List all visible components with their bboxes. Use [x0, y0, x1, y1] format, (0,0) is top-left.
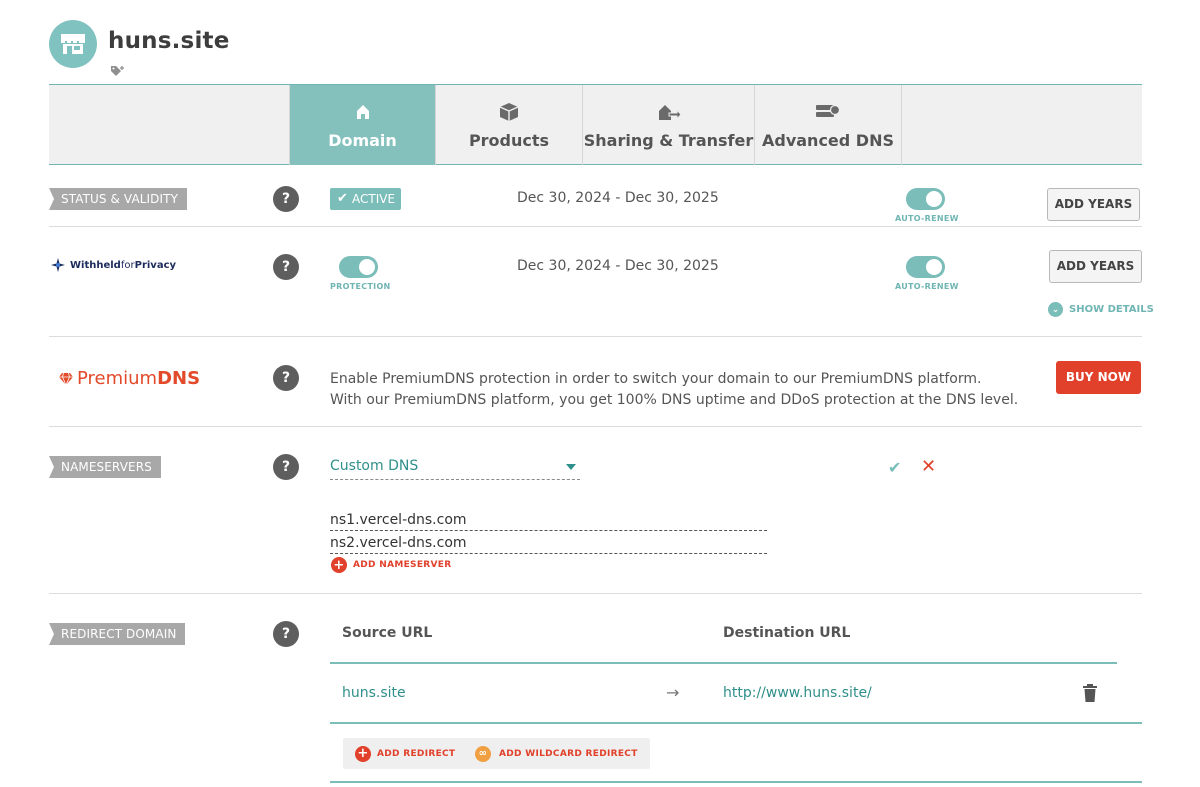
premium-logo-part: Premium — [77, 368, 158, 389]
add-years-button[interactable]: ADD YEARS — [1047, 188, 1140, 221]
server-icon — [815, 101, 841, 123]
toggle-knob — [926, 191, 942, 207]
buy-now-button[interactable]: BUY NOW — [1056, 361, 1141, 394]
select-value: Custom DNS — [330, 458, 419, 474]
nameserver-1-input[interactable] — [330, 509, 767, 531]
source-url-header: Source URL — [342, 625, 433, 641]
help-icon[interactable]: ? — [273, 621, 299, 647]
help-icon[interactable]: ? — [273, 186, 299, 212]
add-redirect-label: ADD REDIRECT — [377, 748, 456, 759]
dropdown-arrow-icon — [566, 464, 576, 470]
page-title: huns.site — [108, 28, 230, 54]
add-redirect-button[interactable]: + ADD REDIRECT — [343, 738, 468, 769]
tab-domain[interactable]: Domain — [289, 85, 436, 165]
premiumdns-description: Enable PremiumDNS protection in order to… — [330, 369, 1018, 411]
add-nameserver-label: ADD NAMESERVER — [353, 560, 452, 570]
table-row-rule — [330, 722, 1142, 724]
privacy-star-icon — [51, 258, 65, 272]
plus-icon: + — [331, 557, 347, 573]
status-badge: ✔ ACTIVE — [330, 188, 401, 210]
divider — [49, 226, 1142, 227]
protection-toggle[interactable] — [339, 256, 378, 278]
store-icon — [61, 34, 85, 54]
tab-products[interactable]: Products — [436, 85, 583, 165]
confirm-check-icon[interactable]: ✔ — [888, 458, 901, 477]
check-icon: ✔ — [337, 191, 348, 206]
site-logo — [49, 20, 97, 68]
infinity-icon: ∞ — [475, 745, 491, 762]
show-details-link[interactable]: ⌄ SHOW DETAILS — [1048, 302, 1154, 317]
table-header-rule — [330, 662, 1117, 664]
help-icon[interactable]: ? — [273, 365, 299, 391]
description-line: Enable PremiumDNS protection in order to… — [330, 371, 982, 387]
premiumdns-logo: Premium DNS — [58, 368, 200, 389]
status-badge-text: ACTIVE — [352, 192, 396, 206]
diamond-icon — [59, 372, 73, 385]
nameserver-type-select[interactable]: Custom DNS — [330, 458, 580, 480]
redirect-arrow-icon: → — [666, 683, 680, 702]
destination-url-header: Destination URL — [723, 625, 851, 641]
auto-renew-caption: AUTO-RENEW — [895, 214, 959, 223]
chevron-down-icon: ⌄ — [1048, 302, 1063, 317]
privacy-dates: Dec 30, 2024 - Dec 30, 2025 — [517, 258, 719, 274]
divider — [49, 336, 1142, 337]
auto-renew-caption: AUTO-RENEW — [895, 282, 959, 291]
withheld-for-privacy-logo: Withheld for Privacy — [50, 257, 176, 273]
tab-label: Sharing & Transfer — [583, 131, 754, 150]
privacy-logo-part: Privacy — [134, 259, 177, 271]
divider — [49, 593, 1142, 594]
toggle-knob — [359, 259, 375, 275]
nameserver-2-input[interactable] — [330, 532, 767, 554]
description-line: With our PremiumDNS platform, you get 10… — [330, 392, 1019, 408]
premium-logo-part: DNS — [157, 368, 201, 389]
add-wildcard-label: ADD WILDCARD REDIRECT — [499, 748, 638, 759]
protection-caption: PROTECTION — [330, 282, 391, 291]
add-wildcard-redirect-button[interactable]: ∞ ADD WILDCARD REDIRECT — [463, 738, 650, 769]
toggle-knob — [926, 259, 942, 275]
privacy-logo-part: for — [120, 259, 135, 271]
destination-url-cell[interactable]: http://www.huns.site/ — [723, 685, 872, 701]
tab-bar: Domain Products Sharing & Transfer Advan… — [49, 84, 1142, 165]
help-icon[interactable]: ? — [273, 454, 299, 480]
trash-icon[interactable] — [1082, 683, 1098, 707]
section-bottom-rule — [330, 781, 1142, 783]
redirect-domain-label: REDIRECT DOMAIN — [49, 623, 186, 645]
privacy-auto-renew-toggle[interactable] — [906, 256, 945, 278]
cancel-x-icon[interactable]: ✕ — [921, 456, 936, 477]
show-details-label: SHOW DETAILS — [1069, 304, 1154, 315]
nameservers-label: NAMESERVERS — [49, 456, 161, 478]
box-icon — [498, 101, 520, 123]
tab-label: Domain — [328, 131, 397, 150]
privacy-logo-part: Withheld — [70, 259, 121, 271]
status-validity-label: STATUS & VALIDITY — [49, 188, 188, 210]
tab-advanced-dns[interactable]: Advanced DNS — [755, 85, 902, 165]
tab-sharing-transfer[interactable]: Sharing & Transfer — [583, 85, 755, 165]
add-years-button[interactable]: ADD YEARS — [1049, 250, 1142, 283]
tab-label: Advanced DNS — [761, 131, 894, 150]
tab-label: Products — [468, 131, 550, 150]
home-icon — [354, 101, 372, 123]
divider — [49, 426, 1142, 427]
source-url-cell[interactable]: huns.site — [342, 685, 406, 701]
add-nameserver-link[interactable]: + ADD NAMESERVER — [331, 557, 451, 573]
add-tag-icon[interactable] — [110, 63, 126, 82]
help-icon[interactable]: ? — [273, 254, 299, 280]
auto-renew-toggle[interactable] — [906, 188, 945, 210]
validity-dates: Dec 30, 2024 - Dec 30, 2025 — [517, 190, 719, 206]
plus-icon: + — [355, 745, 371, 762]
transfer-icon — [657, 101, 681, 123]
